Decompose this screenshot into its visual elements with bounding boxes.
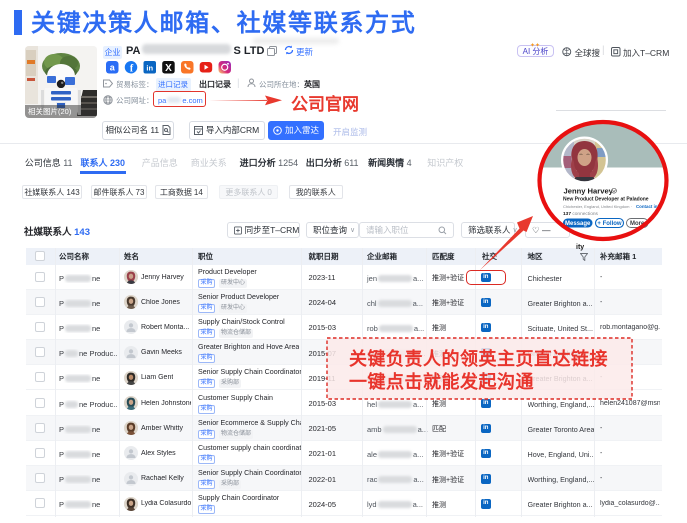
svg-text:+ Follow: + Follow: [597, 221, 622, 227]
svg-text:Message: Message: [565, 221, 591, 227]
svg-text:New Product Developer at Palad: New Product Developer at Paladone: [563, 197, 649, 203]
svg-text:137 connections: 137 connections: [563, 211, 599, 217]
svg-text:Chichester, England, United Ki: Chichester, England, United Kingdom ·: [563, 204, 632, 209]
svg-text:Jenny Harvey: Jenny Harvey: [564, 187, 614, 196]
svg-text:in: in: [146, 63, 153, 72]
svg-text:X: X: [165, 63, 172, 74]
